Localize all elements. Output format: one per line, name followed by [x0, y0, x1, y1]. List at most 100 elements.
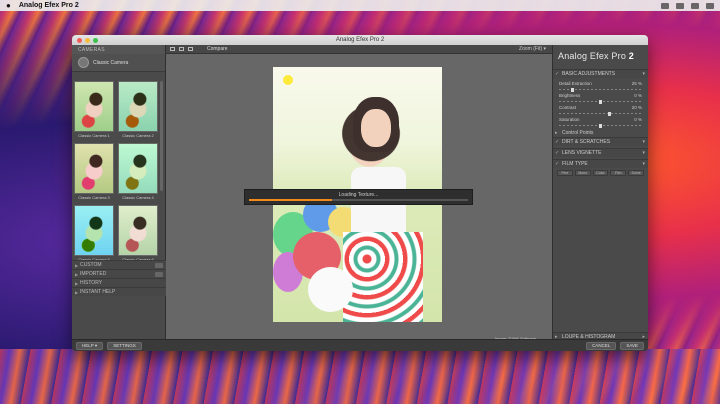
triangle-right-icon: ▶	[75, 271, 79, 277]
film-option[interactable]: Color	[592, 170, 609, 176]
category-instant-help[interactable]: ▶ INSTANT HELP	[72, 287, 166, 296]
product-title: Analog Efex Pro 2	[553, 45, 648, 61]
preset-caption: Classic Camera 3	[78, 195, 110, 200]
cameras-header[interactable]: CAMERAS	[72, 45, 165, 54]
app-window: Analog Efex Pro 2 CAMERAS Classic Camera…	[72, 35, 648, 351]
film-option[interactable]: Mono	[574, 170, 591, 176]
chevron-down-icon: ▾	[642, 150, 645, 156]
slider-saturation[interactable]: Saturation 0 %	[553, 116, 648, 128]
triangle-right-icon: ▶	[75, 289, 79, 295]
category-label: IMPORTED	[80, 271, 107, 277]
control-points-label: Control Points	[562, 129, 594, 136]
product-version: 2	[628, 51, 634, 61]
checkbox-icon[interactable]: ✓	[555, 161, 559, 167]
section-label: DIRT & SCRATCHES	[562, 139, 611, 145]
preset-thumbnail[interactable]: Classic Camera 6	[118, 205, 158, 263]
preset-grid: Classic Camera 1 Classic Camera 2 Classi…	[74, 81, 160, 263]
film-type-options: Fine Mono Color Film Some	[553, 168, 648, 178]
triangle-right-icon: ▶	[75, 262, 79, 268]
settings-button[interactable]: SETTINGS	[107, 341, 142, 350]
wifi-icon[interactable]	[661, 2, 669, 9]
category-imported[interactable]: ▶ IMPORTED	[72, 269, 166, 278]
preset-thumbnail[interactable]: Classic Camera 5	[74, 205, 114, 263]
category-label: HISTORY	[80, 280, 103, 286]
desktop-wallpaper-bottom	[0, 349, 720, 404]
preset-categories: ▶ CUSTOM ▶ IMPORTED ▶ HISTORY ▶ INSTANT HELP	[72, 260, 166, 296]
category-label: INSTANT HELP	[80, 289, 116, 295]
help-button[interactable]: HELP ▾	[76, 341, 104, 350]
camera-selector[interactable]: Classic Camera	[72, 54, 165, 72]
slider-label: Contrast	[559, 105, 577, 110]
section-film-type[interactable]: ✓ FILM TYPE ▾	[553, 159, 648, 168]
film-option[interactable]: Fine	[557, 170, 573, 176]
preset-image	[118, 143, 158, 194]
preset-thumbnail[interactable]: Classic Camera 1	[74, 81, 114, 139]
preset-thumbnail[interactable]: Classic Camera 4	[118, 143, 158, 201]
product-title-text: Analog Efex Pro	[558, 51, 627, 61]
film-option[interactable]: Film	[610, 170, 627, 176]
slider-value: 25 %	[631, 81, 642, 86]
triangle-right-icon: ▸	[555, 129, 558, 136]
loading-progress-fill	[249, 199, 333, 201]
slider-label: Detail Extraction	[559, 81, 592, 86]
compare-button[interactable]: Compare	[207, 46, 228, 52]
camera-icon	[78, 57, 89, 68]
category-custom[interactable]: ▶ CUSTOM	[72, 260, 166, 269]
section-basic-adjustments[interactable]: ✓ BASIC ADJUSTMENTS ▾	[553, 69, 648, 78]
section-label: FILM TYPE	[562, 161, 588, 167]
preset-thumbnail[interactable]: Classic Camera 3	[74, 143, 114, 201]
cancel-button[interactable]: CANCEL	[586, 341, 617, 350]
titlebar: Analog Efex Pro 2	[72, 35, 648, 45]
view-toolbar: Compare Zoom (Fit) ▾	[166, 45, 552, 54]
category-count	[155, 271, 163, 277]
right-panel: Analog Efex Pro 2 ✓ BASIC ADJUSTMENTS ▾ De…	[552, 45, 648, 351]
category-count	[155, 262, 163, 268]
search-icon[interactable]	[691, 2, 699, 9]
loading-progress-track	[249, 199, 468, 201]
preset-thumbnail[interactable]: Classic Camera 2	[118, 81, 158, 139]
preset-image	[74, 81, 114, 132]
checkbox-icon[interactable]: ✓	[555, 71, 559, 77]
preset-image	[118, 205, 158, 256]
section-dirt-scratches[interactable]: ✓ DIRT & SCRATCHES ▾	[553, 137, 648, 146]
section-label: BASIC ADJUSTMENTS	[562, 71, 616, 77]
preset-caption: Classic Camera 4	[122, 195, 154, 200]
slider-label: Brightness	[559, 93, 581, 98]
checkbox-icon[interactable]: ✓	[555, 139, 559, 145]
slider-brightness[interactable]: Brightness 0 %	[553, 92, 648, 104]
slider-track	[559, 113, 642, 114]
single-view-icon[interactable]	[170, 47, 175, 51]
chevron-down-icon: ▾	[642, 161, 645, 167]
loading-dialog: Loading Texture...	[244, 189, 473, 205]
film-option[interactable]: Some	[628, 170, 644, 176]
camera-selector-label: Classic Camera	[93, 59, 129, 66]
control-points-toggle[interactable]: ▸ Control Points	[553, 128, 648, 137]
bottom-bar: HELP ▾ SETTINGS CANCEL SAVE	[72, 339, 648, 351]
split-view-icon[interactable]	[179, 47, 184, 51]
chevron-down-icon: ▾	[642, 139, 645, 145]
slider-detail-extraction[interactable]: Detail Extraction 25 %	[553, 80, 648, 92]
preset-scrollbar[interactable]	[160, 81, 163, 191]
zoom-dropdown[interactable]: Zoom (Fit) ▾	[519, 46, 546, 52]
checkbox-icon[interactable]: ✓	[555, 150, 559, 156]
battery-icon[interactable]	[676, 2, 684, 9]
window-title: Analog Efex Pro 2	[335, 37, 385, 43]
side-by-side-icon[interactable]	[188, 47, 193, 51]
section-lens-vignette[interactable]: ✓ LENS VIGNETTE ▾	[553, 148, 648, 157]
menu-list-icon[interactable]	[706, 2, 714, 9]
category-history[interactable]: ▶ HISTORY	[72, 278, 166, 287]
slider-contrast[interactable]: Contrast 20 %	[553, 104, 648, 116]
cursor-highlight-icon	[283, 75, 293, 85]
chevron-down-icon: ▾	[642, 71, 645, 77]
slider-value: 0 %	[634, 117, 642, 122]
apple-icon[interactable]: ●	[6, 1, 11, 10]
image-canvas[interactable]: Image: © NIK Software Analog Efex Pro Sa…	[166, 54, 552, 351]
preset-caption: Classic Camera 2	[122, 133, 154, 138]
menubar-app-name[interactable]: Analog Efex Pro 2	[19, 2, 79, 9]
save-button[interactable]: SAVE	[620, 341, 644, 350]
preset-image	[74, 143, 114, 194]
category-label: CUSTOM	[80, 262, 102, 268]
preset-image	[118, 81, 158, 132]
section-label: LENS VIGNETTE	[562, 150, 602, 156]
left-panel: CAMERAS Classic Camera Classic Camera 1 …	[72, 45, 166, 351]
